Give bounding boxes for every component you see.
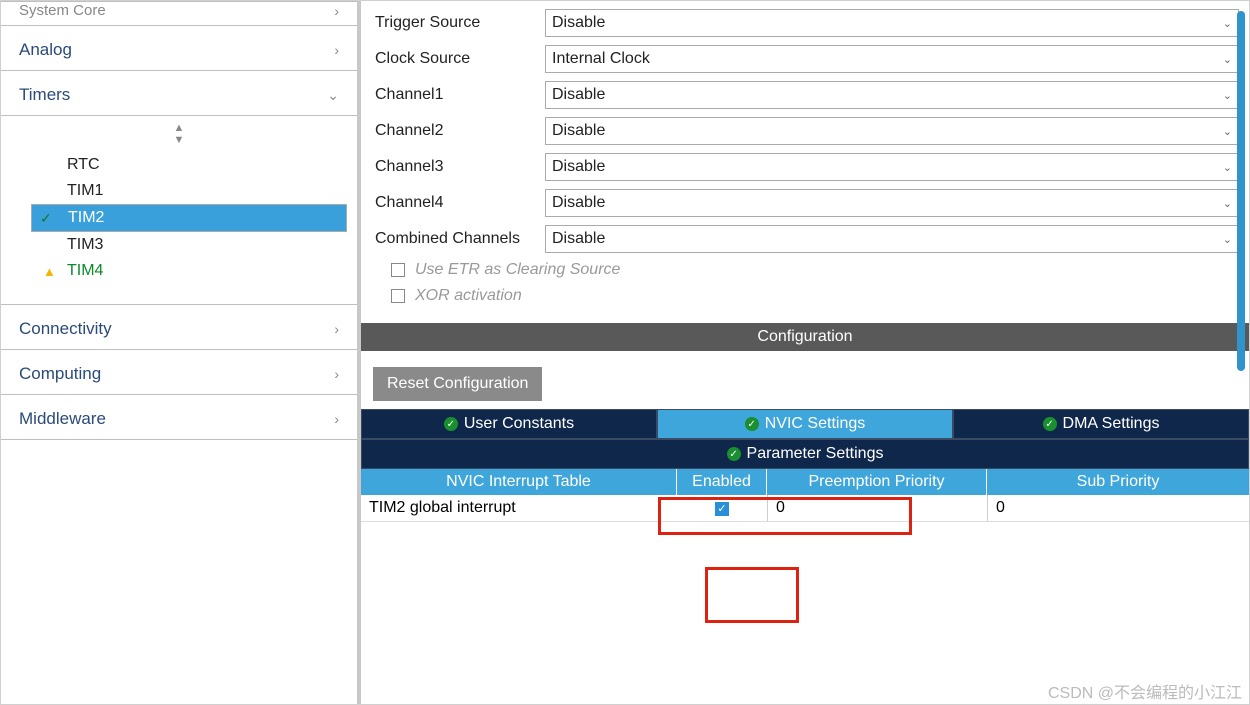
sidebar: System Core › Analog › Timers ⌄ ▲▼ RTC T… [1,1,361,704]
chevron-down-icon: ⌄ [1223,125,1232,138]
checkbox-etr[interactable]: Use ETR as Clearing Source [375,261,1239,279]
scrollbar[interactable] [1237,11,1245,371]
sidebar-item-tim2[interactable]: TIM2 [31,204,347,232]
form-label: Clock Source [375,50,545,68]
form-row: Channel2 Disable ⌄ [375,117,1239,145]
cell-enabled[interactable]: ✓ [677,495,767,521]
tab-user-constants[interactable]: ✓ User Constants [361,409,657,439]
sidebar-item-tim4[interactable]: TIM4 [1,258,357,284]
dropdown[interactable]: Disable ⌄ [545,189,1239,217]
tab-nvic-settings[interactable]: ✓ NVIC Settings [657,409,953,439]
category-system-core[interactable]: System Core › [1,1,357,26]
config-tabs: ✓ User Constants ✓ NVIC Settings ✓ DMA S… [361,409,1249,469]
chevron-down-icon: ⌄ [327,87,339,104]
form-label: Channel2 [375,122,545,140]
category-label: Analog [19,40,72,60]
check-circle-icon: ✓ [444,417,458,431]
chevron-down-icon: ⌄ [1223,89,1232,102]
form-row: Clock Source Internal Clock ⌄ [375,45,1239,73]
category-label: System Core [19,2,106,19]
checkbox-label: XOR activation [415,287,522,305]
category-middleware[interactable]: Middleware › [1,395,357,440]
dropdown[interactable]: Disable ⌄ [545,225,1239,253]
check-circle-icon: ✓ [745,417,759,431]
form-row: Channel1 Disable ⌄ [375,81,1239,109]
tab-label: NVIC Settings [765,415,865,433]
sidebar-item-tim1[interactable]: TIM1 [1,178,357,204]
col-subpriority: Sub Priority [987,469,1249,495]
category-label: Middleware [19,409,106,429]
category-label: Timers [19,85,70,105]
chevron-right-icon: › [334,321,339,337]
cell-preemption[interactable]: 0 [767,495,987,521]
checkbox-icon [391,263,405,277]
table-row[interactable]: TIM2 global interrupt ✓ 0 0 [361,495,1249,522]
check-circle-icon: ✓ [1043,417,1057,431]
main-panel: Trigger SourceDisable⌄Clock SourceIntern… [361,1,1249,704]
checkbox-icon [391,289,405,303]
configuration-title: Configuration [361,323,1249,351]
form-label: Channel3 [375,158,545,176]
form-label: Combined Channels [375,230,545,248]
dropdown[interactable]: Disable ⌄ [545,153,1239,181]
col-enabled: Enabled [677,469,767,495]
cell-interrupt: TIM2 global interrupt [361,495,677,521]
check-circle-icon: ✓ [727,447,741,461]
category-label: Connectivity [19,319,112,339]
watermark: CSDN @不会编程的小江江 [1048,679,1242,703]
tab-dma-settings[interactable]: ✓ DMA Settings [953,409,1249,439]
chevron-down-icon: ⌄ [1223,53,1232,66]
form-label: Trigger Source [375,14,545,32]
col-interrupt: NVIC Interrupt Table [361,469,677,495]
checkbox-label: Use ETR as Clearing Source [415,261,620,279]
dropdown-value: Disable [552,122,605,140]
col-preemption: Preemption Priority [767,469,987,495]
dropdown[interactable]: Internal Clock ⌄ [545,45,1239,73]
cell-subpriority[interactable]: 0 [987,495,1249,521]
chevron-right-icon: › [334,411,339,427]
chevron-right-icon: › [334,366,339,382]
chevron-down-icon: ⌄ [1223,233,1232,246]
checkbox-checked-icon: ✓ [715,502,729,516]
nvic-table-header: NVIC Interrupt Table Enabled Preemption … [361,469,1249,495]
sidebar-item-rtc[interactable]: RTC [1,152,357,178]
dropdown[interactable]: Disable ⌄ [545,117,1239,145]
category-computing[interactable]: Computing › [1,350,357,395]
dropdown-value: Internal Clock [552,50,650,68]
chevron-down-icon: ⌄ [1223,17,1232,30]
form-label: Channel1 [375,86,545,104]
category-timers[interactable]: Timers ⌄ [1,71,357,116]
sort-icon[interactable]: ▲▼ [1,116,357,152]
category-connectivity[interactable]: Connectivity › [1,304,357,350]
category-label: Computing [19,364,101,384]
form-row: Channel3 Disable ⌄ [375,153,1239,181]
category-analog[interactable]: Analog › [1,26,357,71]
form-row: Combined Channels Disable ⌄ [375,225,1239,253]
dropdown-value: Disable [552,86,605,104]
dropdown-value: Disable [552,158,605,176]
form-label: Channel4 [375,194,545,212]
chevron-down-icon: ⌄ [1223,161,1232,174]
tab-label: DMA Settings [1063,415,1160,433]
form-row: Channel4 Disable ⌄ [375,189,1239,217]
form-row: Trigger Source Disable ⌄ [375,9,1239,37]
chevron-down-icon: ⌄ [1223,197,1232,210]
tab-label: User Constants [464,415,574,433]
dropdown[interactable]: Disable ⌄ [545,9,1239,37]
chevron-right-icon: › [334,42,339,58]
dropdown[interactable]: Disable ⌄ [545,81,1239,109]
chevron-right-icon: › [334,3,339,19]
dropdown-value: Disable [552,194,605,212]
dropdown-value: Disable [552,230,605,248]
highlight-enabled-col [705,567,799,623]
timer-list: RTC TIM1 TIM2 TIM3 TIM4 [1,152,357,304]
sidebar-item-tim3[interactable]: TIM3 [1,232,357,258]
reset-configuration-button[interactable]: Reset Configuration [373,367,542,401]
checkbox-xor[interactable]: XOR activation [375,287,1239,305]
dropdown-value: Disable [552,14,605,32]
tab-label: Parameter Settings [747,445,884,463]
tab-parameter-settings[interactable]: ✓ Parameter Settings [361,439,1249,469]
